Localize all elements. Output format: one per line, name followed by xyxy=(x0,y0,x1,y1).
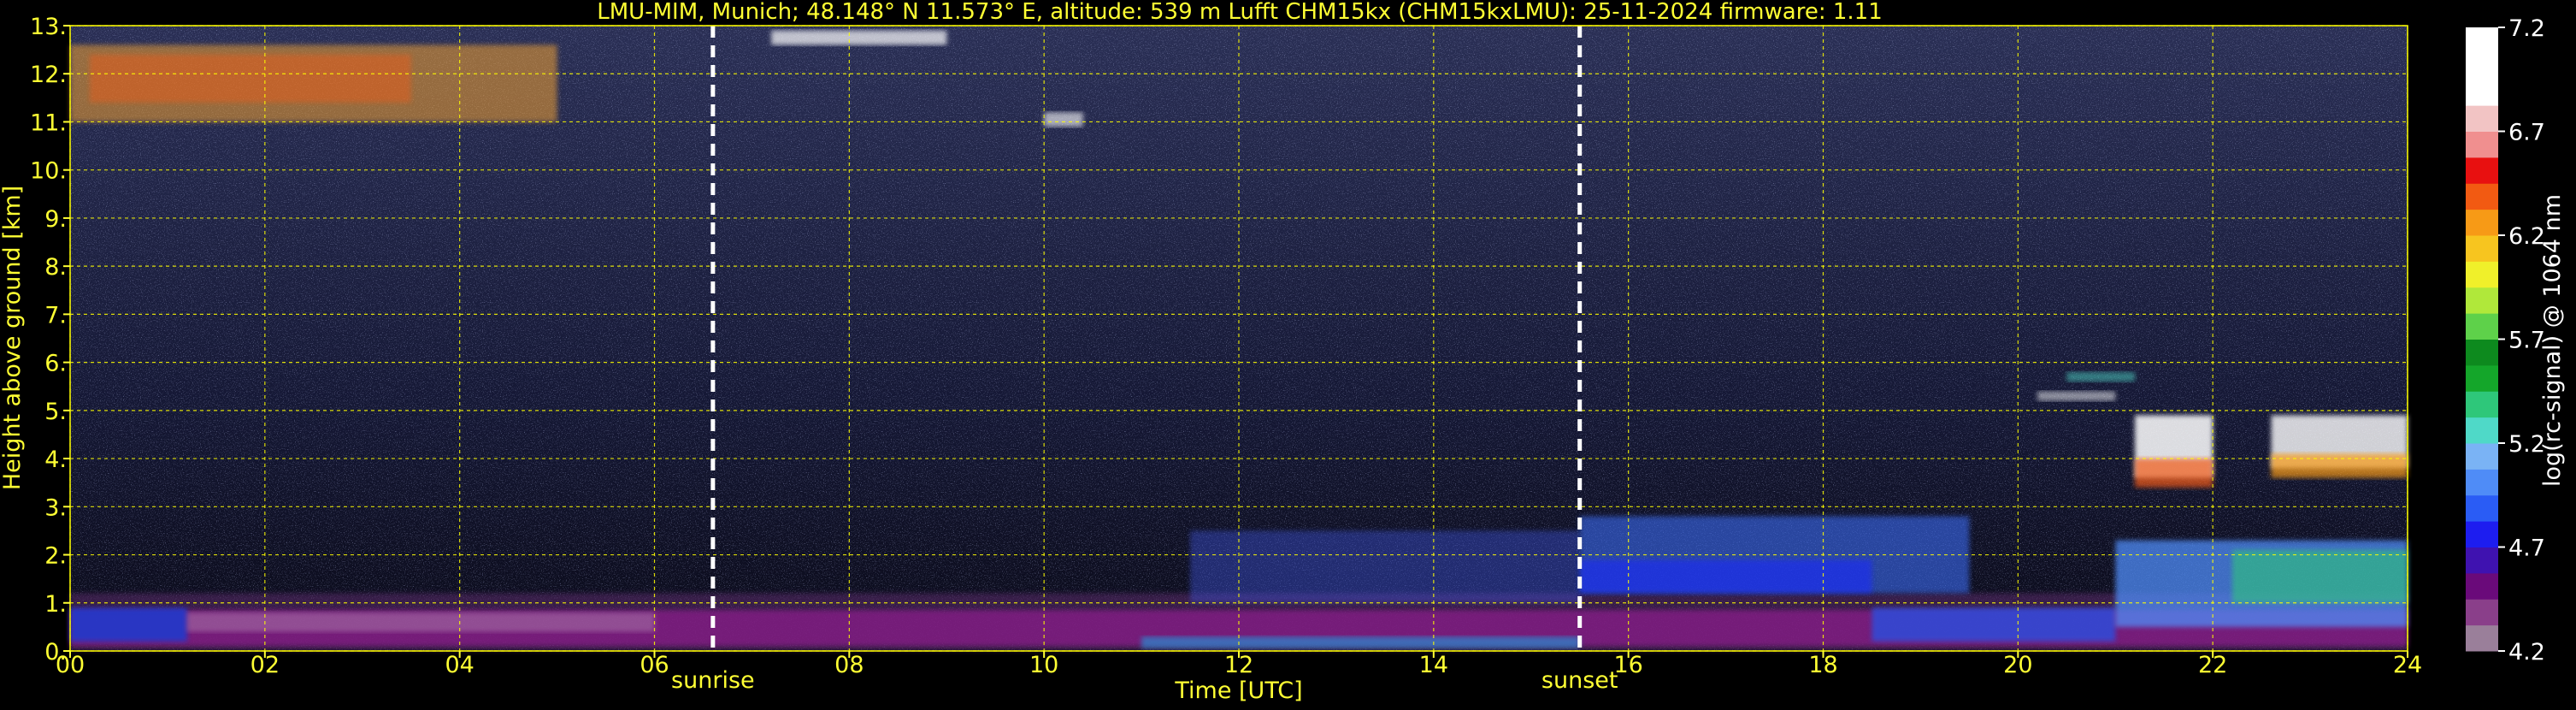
colorbar-segment xyxy=(2466,443,2498,470)
cloud-speck-2 xyxy=(2066,371,2136,382)
x-tick-label: 18 xyxy=(1808,652,1837,678)
low-layer-blue xyxy=(70,607,187,642)
y-axis-ticks: 0. 1. 2. 3. 4. 5. 6. 7. 8. 9. 10. 11. 12. 13. xyxy=(30,14,70,666)
colorbar-segment xyxy=(2466,53,2498,80)
colorbar-tick-label: 7.2 xyxy=(2508,15,2545,42)
x-tick-label: 08 xyxy=(834,652,864,678)
x-tick-label: 06 xyxy=(640,652,669,678)
y-tick-label: 12. xyxy=(30,62,67,88)
night-aerosol-core xyxy=(2231,549,2408,603)
colorbar-segment xyxy=(2466,521,2498,547)
low-layer-pink xyxy=(186,612,655,632)
colorbar-segment xyxy=(2466,79,2498,106)
night-low-layer xyxy=(1872,607,2116,642)
colorbar-label: log(rc-signal) @ 1064 nm xyxy=(2539,194,2566,487)
colorbar-segment xyxy=(2466,157,2498,184)
plot-area xyxy=(69,25,2408,652)
event-labels: sunrise sunset xyxy=(671,667,1618,694)
colorbar-segment xyxy=(2466,624,2498,652)
colorbar-segment xyxy=(2466,469,2498,496)
x-tick-label: 04 xyxy=(445,652,474,678)
x-tick-label: 12 xyxy=(1224,652,1253,678)
aerosol-layer-mid xyxy=(1190,530,1580,603)
cirrus-speck xyxy=(1044,112,1083,127)
x-tick-label: 02 xyxy=(251,652,280,678)
colorbar-segment xyxy=(2466,105,2498,132)
y-tick-label: 6. xyxy=(44,351,67,377)
event-label-sunset: sunset xyxy=(1541,667,1618,694)
colorbar-segment xyxy=(2466,599,2498,626)
ceilometer-chart: 00 02 04 06 08 10 12 14 16 18 20 22 24 0. 1. 2. 3. 4. 5. 6… xyxy=(0,0,2576,707)
cloud-speck-1 xyxy=(2037,391,2116,401)
colorbar-segment xyxy=(2466,391,2498,418)
colorbar-tick-label: 6.7 xyxy=(2508,120,2545,146)
y-tick-label: 4. xyxy=(44,447,67,473)
colorbar-segment xyxy=(2466,572,2498,600)
aerosol-core xyxy=(1579,559,1872,594)
colorbar-segment xyxy=(2466,417,2498,444)
chart-svg: 00 02 04 06 08 10 12 14 16 18 20 22 24 0.1.2.3.4.5.6… xyxy=(0,0,2566,704)
colorbar-segment xyxy=(2466,339,2498,366)
x-tick-label: 20 xyxy=(2003,652,2032,678)
colorbar-segment xyxy=(2466,131,2498,158)
y-tick-label: 10. xyxy=(30,158,67,185)
event-label-sunrise: sunrise xyxy=(671,667,755,694)
cloud-evening-base-2 xyxy=(2271,453,2408,478)
colorbar-segment xyxy=(2466,313,2498,340)
y-tick-label: 13. xyxy=(30,14,67,40)
colorbar-tick-label: 4.7 xyxy=(2508,535,2545,562)
y-tick-label: 7. xyxy=(44,302,67,328)
x-tick-label: 24 xyxy=(2393,652,2422,678)
y-tick-label: 1. xyxy=(44,591,67,618)
colorbar-tick-label: 4.2 xyxy=(2508,639,2545,666)
x-tick-label: 14 xyxy=(1419,652,1448,678)
colorbar-segment xyxy=(2466,235,2498,262)
x-axis-label: Time [UTC] xyxy=(1174,677,1302,704)
colorbar-segment xyxy=(2466,364,2498,392)
colorbar xyxy=(2466,27,2498,652)
colorbar-ticks: 4.24.75.25.76.26.77.2 xyxy=(2498,15,2545,666)
y-tick-label: 11. xyxy=(30,109,67,136)
y-tick-label: 2. xyxy=(44,543,67,570)
y-tick-label: 8. xyxy=(44,254,67,281)
x-tick-label: 22 xyxy=(2198,652,2227,678)
colorbar-segment xyxy=(2466,287,2498,314)
colorbar-segment xyxy=(2466,183,2498,210)
colorbar-segment xyxy=(2466,494,2498,522)
chart-title: LMU-MIM, Munich; 48.148° N 11.573° E, al… xyxy=(597,0,1882,25)
y-tick-label: 0. xyxy=(44,639,67,666)
y-tick-label: 5. xyxy=(44,399,67,425)
y-tick-label: 9. xyxy=(44,206,67,233)
cirrus-fragment xyxy=(771,30,947,45)
y-axis-label: Height above ground [km] xyxy=(0,186,26,490)
surface-layer xyxy=(1141,636,1580,649)
x-tick-label: 16 xyxy=(1613,652,1642,678)
colorbar-segment xyxy=(2466,209,2498,236)
cirrus-core xyxy=(89,54,411,103)
cloud-evening-base-1 xyxy=(2135,459,2213,488)
x-tick-label: 10 xyxy=(1029,652,1058,678)
y-tick-label: 3. xyxy=(44,494,67,521)
x-axis-ticks: 00 02 04 06 08 10 12 14 16 18 20 22 24 xyxy=(56,651,2422,678)
colorbar-segment xyxy=(2466,547,2498,574)
colorbar-segment xyxy=(2466,261,2498,288)
colorbar-segment xyxy=(2466,27,2498,54)
